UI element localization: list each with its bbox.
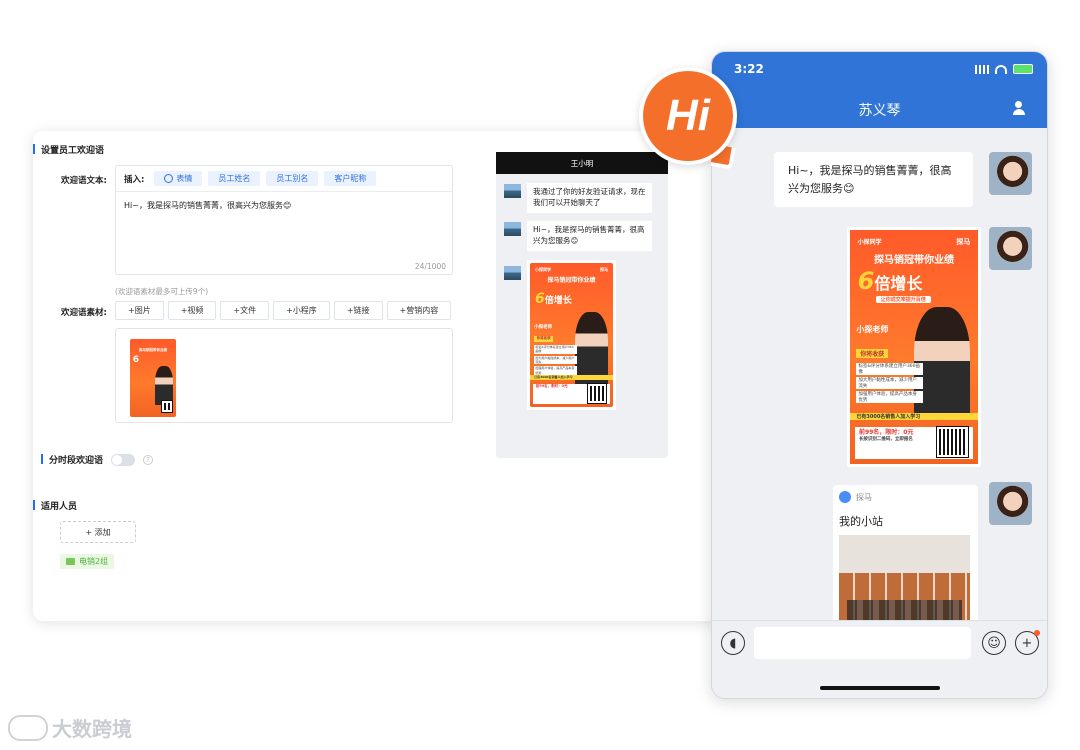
section-title-people: 适用人员	[33, 499, 77, 512]
watermark-logo-icon	[8, 714, 48, 741]
emoji-icon	[164, 174, 174, 183]
welcome-text-label: 欢迎语文本:	[61, 176, 107, 186]
poster-thumb-big: 6	[132, 354, 140, 365]
preview-header: 王小明	[496, 152, 668, 174]
link-thumbnail	[839, 535, 970, 630]
poster-qr-code	[936, 425, 969, 458]
welcome-text-editor[interactable]: 插入: 表情 员工姓名 员工别名 客户昵称 Hi~，我是探马的销售菁菁，很高兴为…	[115, 165, 453, 275]
link-title: 我的小站	[839, 515, 883, 528]
plus-icon[interactable]: +	[1015, 630, 1040, 655]
watermark: 大数跨境	[8, 713, 132, 742]
tanma-logo-icon	[839, 491, 851, 503]
voice-icon[interactable]: ◖	[721, 631, 745, 655]
contact-info-icon[interactable]	[1013, 101, 1031, 115]
material-buttons: +图片 +视频 +文件 +小程序 +链接 +营销内容	[115, 301, 452, 320]
notification-dot	[1034, 630, 1040, 636]
status-icons	[975, 64, 1033, 74]
poster-thumb-title: 探马销冠带你业绩	[139, 348, 167, 353]
insert-emoji-chip[interactable]: 表情	[154, 171, 203, 186]
hi-badge: Hi	[639, 67, 737, 165]
message-input-bar: ◖ ☺ +	[712, 620, 1047, 698]
preview-avatar	[504, 266, 521, 280]
poster-thumbnail[interactable]: 探马销冠带你业绩 6	[130, 339, 176, 417]
sender-avatar[interactable]	[989, 227, 1032, 270]
add-file-button[interactable]: +文件	[220, 301, 270, 320]
time-welcome-toggle[interactable]	[111, 453, 136, 466]
insert-label: 插入:	[124, 174, 145, 185]
chat-contact-name: 苏义琴	[858, 103, 901, 119]
chat-preview: 王小明 我通过了你的好友验证请求，现在我们可以开始聊天了 Hi~，我是探马的销售…	[496, 152, 668, 458]
time-welcome-row: 分时段欢迎语 ?	[41, 453, 154, 466]
insert-toolbar: 插入: 表情 员工姓名 员工别名 客户昵称	[116, 166, 452, 192]
add-marketing-content-button[interactable]: +营销内容	[386, 301, 452, 320]
preview-avatar	[504, 184, 521, 198]
add-video-button[interactable]: +视频	[167, 301, 217, 320]
material-label: 欢迎语素材:	[61, 308, 107, 318]
sender-avatar[interactable]	[989, 482, 1032, 525]
material-hint: (欢迎语素材最多可上传9个)	[115, 287, 209, 296]
battery-icon	[1013, 64, 1033, 74]
link-card-message[interactable]: 探马 我的小站	[833, 485, 978, 635]
add-link-button[interactable]: +链接	[333, 301, 383, 320]
poster-thumb-qr	[161, 400, 174, 414]
group-tag[interactable]: 电销2组	[60, 554, 115, 569]
add-people-button[interactable]: + 添加	[60, 521, 136, 543]
greeting-message: Hi~，我是探马的销售菁菁，很高兴为您服务😊	[774, 152, 973, 208]
poster-message[interactable]: 小探同学 探马 探马销冠带你业绩 6倍增长 让你成交率提升百倍 小探老师 你将收…	[847, 227, 981, 467]
welcome-text-input[interactable]: Hi~，我是探马的销售菁菁，很高兴为您服务😊	[116, 192, 452, 219]
home-indicator	[820, 686, 940, 690]
poster-thumb-person	[154, 365, 174, 405]
phone-chat-window: 3:22 苏义琴 Hi~，我是探马的销售菁菁，很高兴为您服务😊 小探同学 探马 …	[711, 51, 1048, 699]
section-title-time: 分时段欢迎语	[41, 453, 103, 466]
wifi-icon	[995, 64, 1007, 74]
emoji-icon[interactable]: ☺	[982, 631, 1006, 655]
add-image-button[interactable]: +图片	[115, 301, 164, 320]
help-icon[interactable]: ?	[143, 454, 154, 465]
preview-poster: 小探同学 探马 探马销冠带你业绩 6倍增长 小探老师 你将收获 标签&评分体系建…	[530, 263, 613, 407]
preview-message: 我通过了你的好友验证请求，现在我们可以开始聊天了	[527, 183, 652, 213]
preview-poster-bubble: 小探同学 探马 探马销冠带你业绩 6倍增长 小探老师 你将收获 标签&评分体系建…	[527, 260, 616, 410]
signal-icon	[975, 64, 989, 74]
add-miniprogram-button[interactable]: +小程序	[273, 301, 330, 320]
material-list: 探马销冠带你业绩 6	[115, 328, 453, 423]
section-title-welcome: 设置员工欢迎语	[33, 143, 104, 156]
sender-avatar[interactable]	[989, 152, 1032, 195]
insert-customer-nickname-chip[interactable]: 客户昵称	[324, 171, 377, 186]
preview-avatar	[504, 222, 521, 236]
preview-message: Hi~，我是探马的销售菁菁，很高兴为您服务😊	[527, 221, 652, 251]
message-input[interactable]	[754, 627, 971, 659]
insert-staff-alias-chip[interactable]: 员工别名	[266, 171, 319, 186]
phone-header: 3:22 苏义琴	[712, 52, 1047, 128]
link-source: 探马	[839, 491, 972, 503]
status-time: 3:22	[734, 62, 764, 76]
insert-staff-name-chip[interactable]: 员工姓名	[208, 171, 261, 186]
folder-icon	[66, 558, 75, 565]
char-counter: 24/1000	[414, 262, 446, 271]
